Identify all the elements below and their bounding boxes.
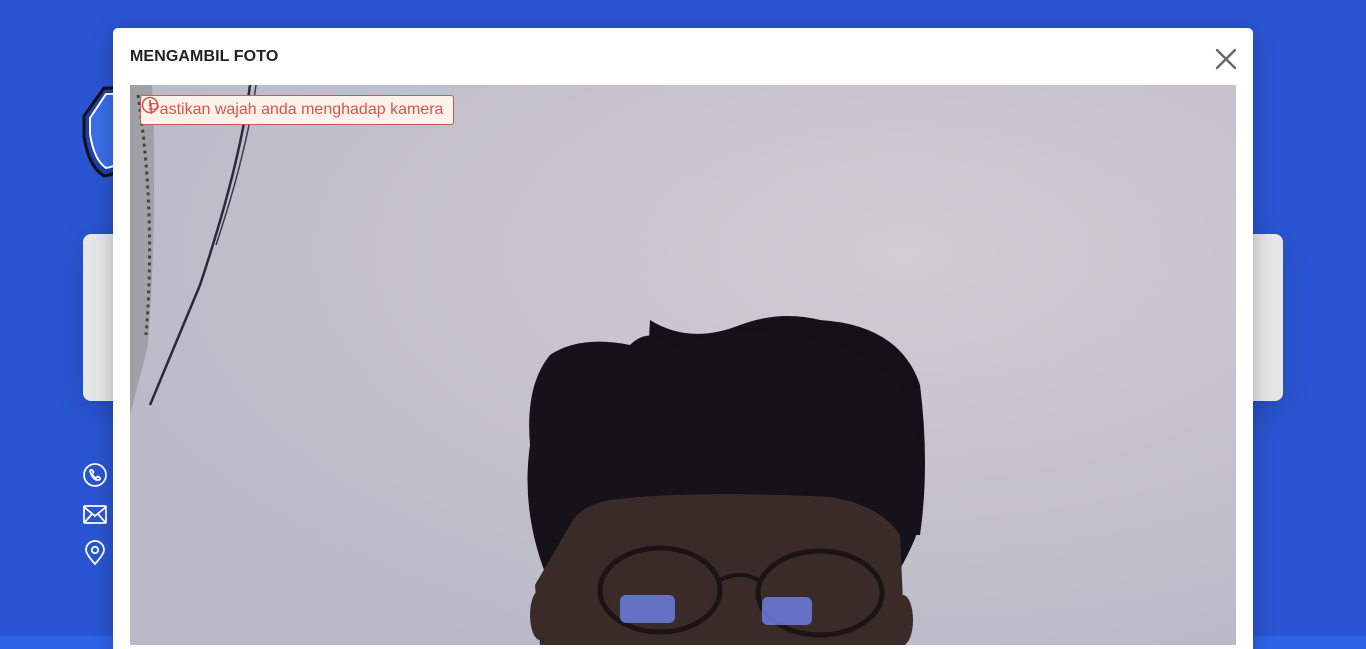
mail-icon bbox=[82, 501, 108, 527]
close-icon[interactable] bbox=[1213, 46, 1239, 72]
alert-text: Pastikan wajah anda menghadap kamera bbox=[149, 101, 444, 118]
phone-icon bbox=[82, 462, 108, 488]
face-warning-alert: Pastikan wajah anda menghadap kamera bbox=[140, 95, 455, 125]
photo-capture-modal: MENGAMBIL FOTO Pastikan wajah anda mengh… bbox=[113, 28, 1253, 649]
camera-feed-image bbox=[130, 85, 1236, 645]
modal-title: MENGAMBIL FOTO bbox=[130, 48, 279, 65]
exclamation-circle-icon bbox=[141, 96, 159, 114]
location-pin-icon bbox=[82, 540, 108, 566]
camera-preview: Pastikan wajah anda menghadap kamera bbox=[130, 85, 1236, 645]
